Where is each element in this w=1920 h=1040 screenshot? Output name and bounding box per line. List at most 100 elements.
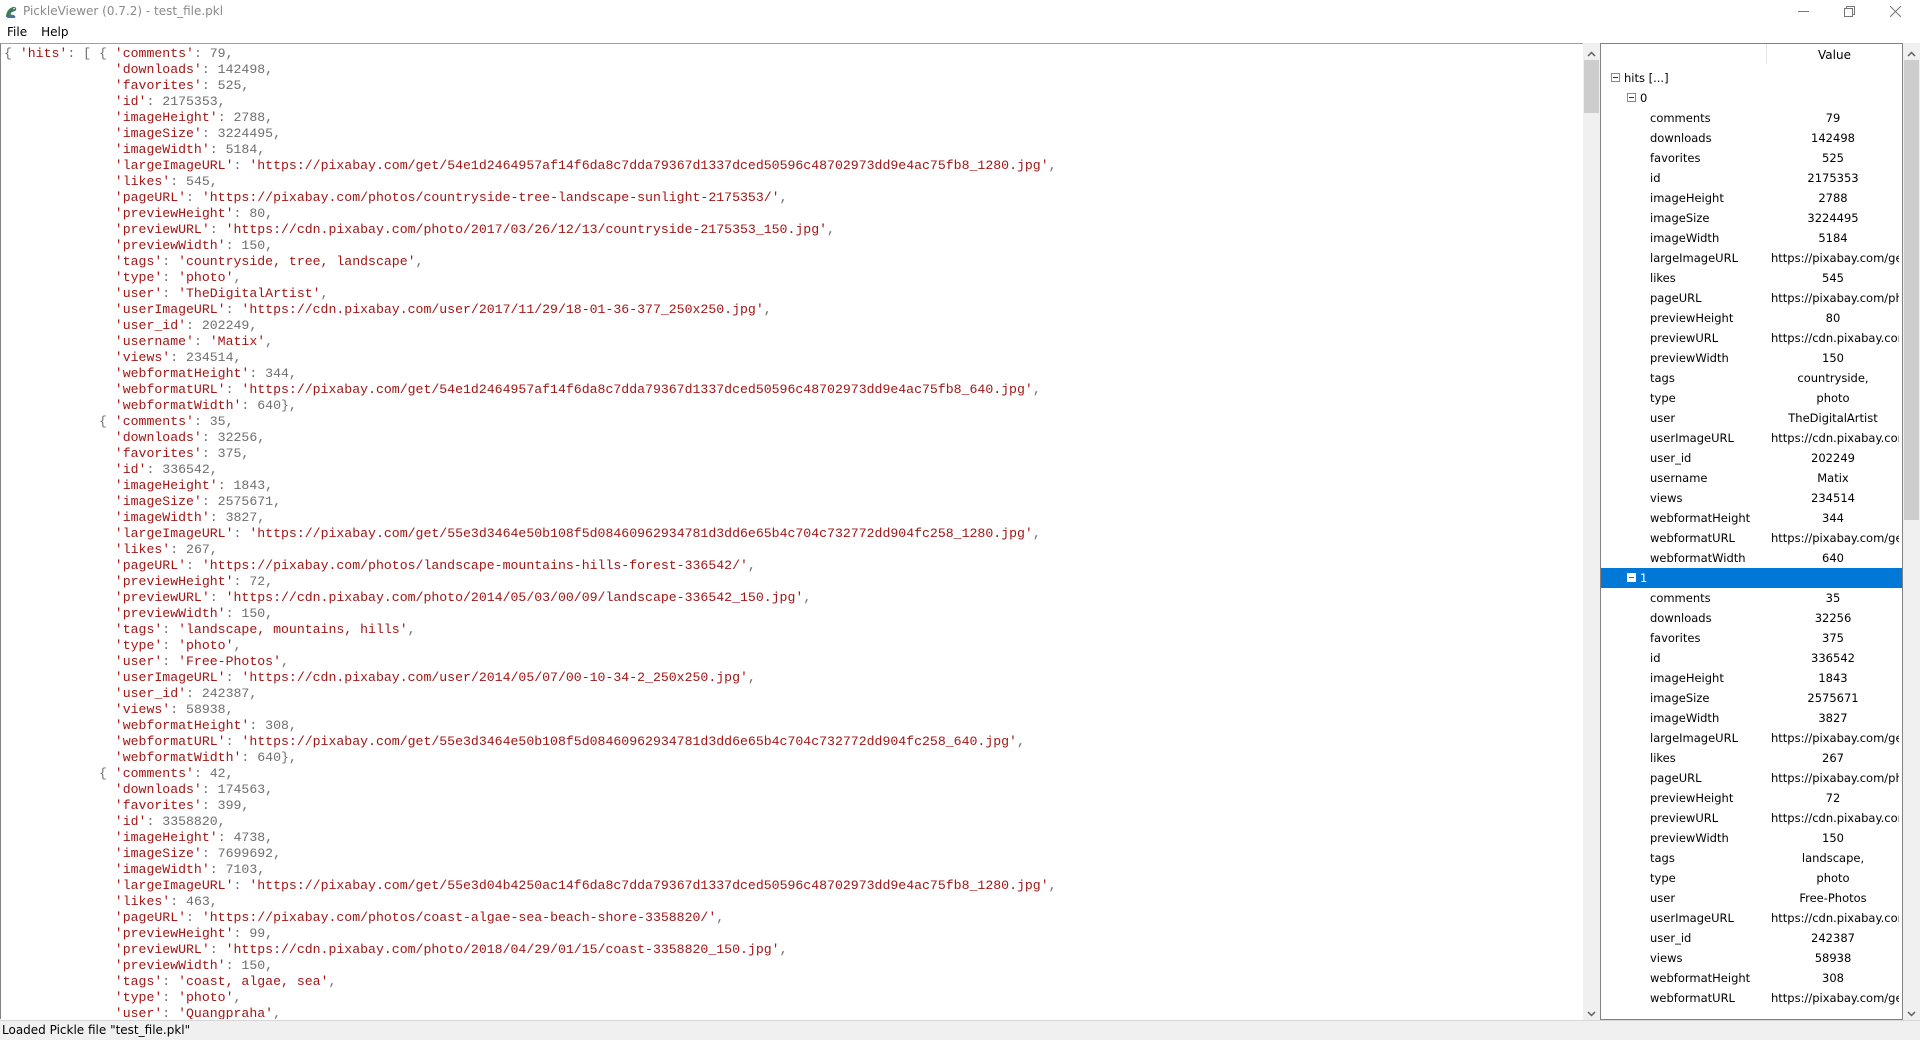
tree-value: https://pixabay.com/get — [1771, 531, 1899, 545]
scroll-up-button[interactable] — [1583, 43, 1600, 60]
tree-leaf-row[interactable]: previewHeight 80 — [1601, 308, 1902, 328]
tree-leaf-row[interactable]: comments 35 — [1601, 588, 1902, 608]
tree-value: 545 — [1822, 271, 1844, 285]
scroll-thumb[interactable] — [1584, 60, 1599, 113]
tree-leaf-row[interactable]: comments 79 — [1601, 108, 1902, 128]
tree-leaf-row[interactable]: webformatHeight 344 — [1601, 508, 1902, 528]
tree-leaf-row[interactable]: imageSize 3224495 — [1601, 208, 1902, 228]
tree-scroll-down-button[interactable] — [1903, 1003, 1920, 1020]
tree-leaf-row[interactable]: previewURL https://cdn.pixabay.com — [1601, 808, 1902, 828]
tree-leaf-row[interactable]: previewWidth 150 — [1601, 828, 1902, 848]
text-view-scrollbar[interactable] — [1583, 43, 1600, 1020]
tree-leaf-row[interactable]: imageSize 2575671 — [1601, 688, 1902, 708]
tree-leaf-row[interactable]: tags landscape, — [1601, 848, 1902, 868]
collapse-toggle-icon[interactable] — [1611, 73, 1620, 82]
tree-node[interactable]: hits [...] — [1601, 68, 1902, 88]
tree-leaf-row[interactable]: pageURL https://pixabay.com/ph — [1601, 288, 1902, 308]
tree-key: type — [1650, 391, 1676, 405]
tree-leaf-row[interactable]: user_id 242387 — [1601, 928, 1902, 948]
tree-leaf-row[interactable]: previewURL https://cdn.pixabay.com — [1601, 328, 1902, 348]
tree-leaf-row[interactable]: webformatWidth 640 — [1601, 548, 1902, 568]
pickle-text-view[interactable]: { 'hits': [ { 'comments': 79, 'downloads… — [0, 43, 1583, 1019]
tree-value: countryside, — [1797, 371, 1869, 385]
tree-value: 267 — [1822, 751, 1844, 765]
tree-leaf-row[interactable]: username Matix — [1601, 468, 1902, 488]
tree-leaf-row[interactable]: downloads 32256 — [1601, 608, 1902, 628]
tree-leaf-row[interactable]: downloads 142498 — [1601, 128, 1902, 148]
pickle-tree-view[interactable]: Value hits [...] 0 comments 79 downloads 1424… — [1600, 43, 1903, 1020]
tree-key: previewWidth — [1650, 831, 1729, 845]
tree-leaf-row[interactable]: user TheDigitalArtist — [1601, 408, 1902, 428]
tree-key: views — [1650, 491, 1683, 505]
tree-view-scrollbar[interactable] — [1903, 43, 1920, 1020]
tree-leaf-row[interactable]: webformatURL https://pixabay.com/get — [1601, 988, 1902, 1008]
tree-leaf-row[interactable]: views 58938 — [1601, 948, 1902, 968]
tree-leaf-row[interactable]: id 336542 — [1601, 648, 1902, 668]
collapse-toggle-icon[interactable] — [1627, 573, 1636, 582]
tree-value: 234514 — [1811, 491, 1855, 505]
tree-leaf-row[interactable]: user_id 202249 — [1601, 448, 1902, 468]
code-line: 'webformatURL': 'https://pixabay.com/get… — [114, 382, 1041, 397]
tree-leaf-row[interactable]: imageHeight 2788 — [1601, 188, 1902, 208]
tree-leaf-row[interactable]: webformatURL https://pixabay.com/get — [1601, 528, 1902, 548]
minimize-button[interactable] — [1780, 0, 1826, 22]
code-line: 'webformatWidth': 640}, — [114, 398, 297, 413]
tree-key: type — [1650, 871, 1676, 885]
tree-leaf-row[interactable]: type photo — [1601, 388, 1902, 408]
tree-leaf-row[interactable]: imageWidth 3827 — [1601, 708, 1902, 728]
tree-key: webformatWidth — [1650, 551, 1746, 565]
tree-leaf-row[interactable]: type photo — [1601, 868, 1902, 888]
tree-leaf-row[interactable]: imageWidth 5184 — [1601, 228, 1902, 248]
tree-scroll-up-button[interactable] — [1903, 43, 1920, 60]
tree-leaf-row[interactable]: views 234514 — [1601, 488, 1902, 508]
code-line: 'downloads': 174563, — [114, 782, 274, 797]
tree-value: 308 — [1822, 971, 1844, 985]
tree-header: Value — [1601, 44, 1902, 68]
tree-leaf-row[interactable]: id 2175353 — [1601, 168, 1902, 188]
menu-file[interactable]: File — [0, 22, 33, 42]
code-line: 'favorites': 399, — [114, 798, 250, 813]
menu-bar: File Help — [0, 22, 1920, 42]
close-icon — [1889, 5, 1901, 17]
maximize-button[interactable] — [1826, 0, 1872, 22]
code-line: 'type': 'photo', — [114, 990, 242, 1005]
tree-leaf-row[interactable]: webformatHeight 308 — [1601, 968, 1902, 988]
tree-key: likes — [1650, 271, 1676, 285]
tree-leaf-row[interactable]: userImageURL https://cdn.pixabay.com — [1601, 908, 1902, 928]
tree-leaf-row[interactable]: likes 267 — [1601, 748, 1902, 768]
tree-leaf-row[interactable]: largeImageURL https://pixabay.com/get — [1601, 248, 1902, 268]
tree-leaf-row[interactable]: imageHeight 1843 — [1601, 668, 1902, 688]
tree-node[interactable]: 0 — [1601, 88, 1902, 108]
tree-leaf-row[interactable]: previewHeight 72 — [1601, 788, 1902, 808]
tree-value: 150 — [1822, 351, 1844, 365]
collapse-toggle-icon[interactable] — [1627, 93, 1636, 102]
menu-help[interactable]: Help — [33, 22, 76, 42]
close-button[interactable] — [1872, 0, 1918, 22]
tree-leaf-row[interactable]: favorites 525 — [1601, 148, 1902, 168]
code-line: 'pageURL': 'https://pixabay.com/photos/c… — [114, 190, 788, 205]
code-line: { 'comments': 35, — [4, 414, 234, 429]
minimize-icon — [1797, 6, 1809, 17]
tree-value: https://cdn.pixabay.com — [1771, 431, 1899, 445]
tree-leaf-row[interactable]: favorites 375 — [1601, 628, 1902, 648]
tree-leaf-row[interactable]: userImageURL https://cdn.pixabay.com — [1601, 428, 1902, 448]
tree-node[interactable]: 1 — [1601, 568, 1902, 588]
tree-value: 2788 — [1818, 191, 1848, 205]
code-line: 'downloads': 32256, — [114, 430, 266, 445]
code-line: 'username': 'Matix', — [114, 334, 274, 349]
tree-scroll-thumb[interactable] — [1904, 60, 1919, 520]
tree-leaf-row[interactable]: tags countryside, — [1601, 368, 1902, 388]
tree-key: likes — [1650, 751, 1676, 765]
code-line: 'likes': 545, — [114, 174, 218, 189]
scroll-down-button[interactable] — [1583, 1003, 1600, 1020]
tree-key: largeImageURL — [1650, 251, 1738, 265]
code-line: 'previewURL': 'https://cdn.pixabay.com/p… — [114, 942, 788, 957]
tree-leaf-row[interactable]: largeImageURL https://pixabay.com/get — [1601, 728, 1902, 748]
tree-leaf-row[interactable]: previewWidth 150 — [1601, 348, 1902, 368]
tree-leaf-row[interactable]: pageURL https://pixabay.com/ph — [1601, 768, 1902, 788]
tree-leaf-row[interactable]: user Free-Photos — [1601, 888, 1902, 908]
tree-leaf-row[interactable]: likes 545 — [1601, 268, 1902, 288]
tree-value: https://pixabay.com/ph — [1771, 771, 1899, 785]
tree-value: 2175353 — [1807, 171, 1859, 185]
tree-header-value[interactable]: Value — [1767, 44, 1902, 68]
